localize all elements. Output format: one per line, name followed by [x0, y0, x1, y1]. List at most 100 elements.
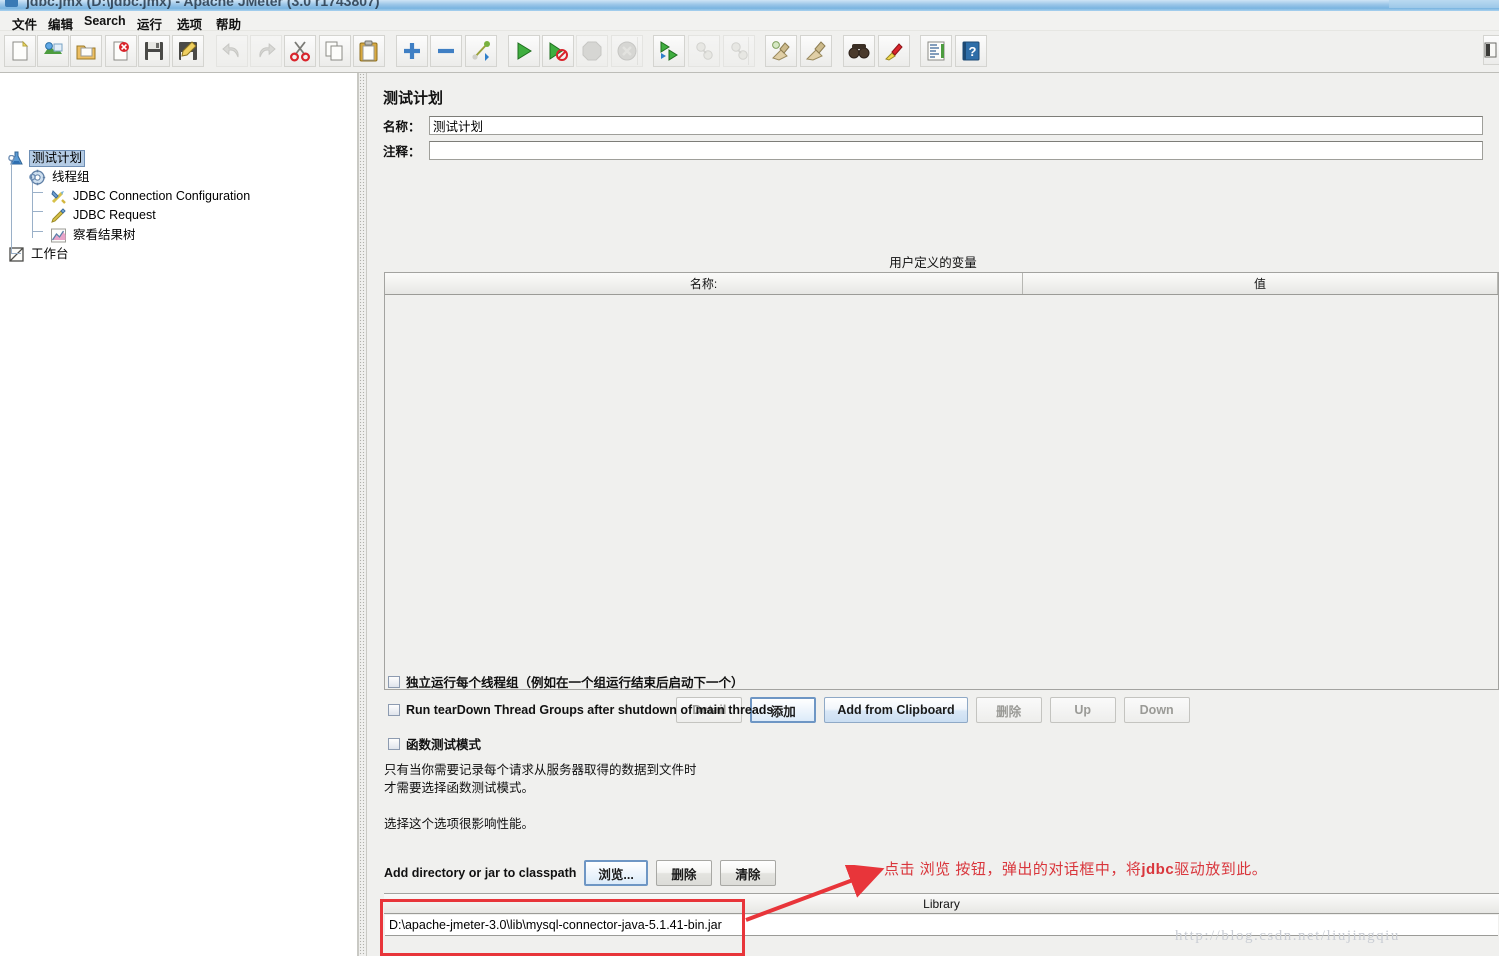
toolbar-cut-button[interactable] — [284, 35, 316, 67]
tree-line-child-2 — [32, 231, 43, 232]
toolbar: ? — [0, 31, 1499, 73]
toolbar-remote-start-all-button[interactable] — [653, 35, 685, 67]
checkbox-box[interactable] — [388, 704, 400, 716]
checkbox-box[interactable] — [388, 737, 400, 750]
toolbar-new-button[interactable] — [4, 35, 36, 67]
watermark: http://blog.csdn.net/liujingqiu — [1175, 928, 1400, 944]
copy-icon — [324, 40, 346, 62]
toolbar-undo-button — [216, 35, 248, 67]
checkbox-box[interactable] — [388, 675, 400, 688]
toolbar-paste-button[interactable] — [353, 35, 385, 67]
toolbar-toggle-button[interactable] — [465, 35, 497, 67]
clear-icon — [770, 40, 792, 62]
new-icon — [9, 40, 31, 62]
tree-node-label: JDBC Connection Configuration — [73, 188, 251, 203]
tree-line-workbench — [11, 253, 21, 254]
classpath-clear-button[interactable]: 清除 — [719, 860, 776, 886]
udv-column-header-1[interactable]: 值 — [1023, 273, 1498, 294]
tree-line-threadgroup — [32, 180, 33, 238]
tree-node-1[interactable]: 线程组 — [29, 168, 92, 186]
classpath-label: Add directory or jar to classpath — [384, 866, 577, 880]
functional-test-mode-checkbox[interactable]: 函数测试模式 — [388, 734, 481, 753]
annotation-text-bold: jdbc — [1141, 861, 1175, 878]
expand-all-icon — [401, 40, 423, 62]
toolbar-copy-button[interactable] — [319, 35, 351, 67]
toolbar-help-button[interactable]: ? — [955, 35, 987, 67]
checkbox-label: Run tearDown Thread Groups after shutdow… — [406, 703, 774, 717]
collapse-all-icon — [435, 40, 457, 62]
toolbar-clear-all-button[interactable] — [800, 35, 832, 67]
toolbar-redo-button — [250, 35, 282, 67]
classpath-library-table[interactable]: Library D:\apache-jmeter-3.0\lib\mysql-c… — [384, 893, 1499, 955]
split-divider[interactable] — [358, 73, 367, 956]
tree-node-2[interactable]: JDBC Connection Configuration — [50, 187, 252, 205]
cut-icon — [289, 40, 311, 62]
table-header-row: 名称: 值 — [385, 273, 1498, 295]
library-column-header: Library — [384, 894, 1499, 914]
tree-node-3[interactable]: JDBC Request — [50, 206, 158, 224]
toolbar-search-reset-button[interactable] — [878, 35, 910, 67]
classpath-row: Add directory or jar to classpath 浏览... 删除… — [384, 860, 776, 886]
help-icon: ? — [960, 40, 982, 62]
toolbar-search-button[interactable] — [843, 35, 875, 67]
undo-icon — [221, 40, 243, 62]
toolbar-function-helper-button[interactable] — [920, 35, 952, 67]
toolbar-open-button[interactable] — [70, 35, 102, 67]
tree-node-4[interactable]: 察看结果树 — [50, 226, 138, 244]
toolbar-close-button[interactable] — [105, 35, 137, 67]
toolbar-templates-button[interactable] — [37, 35, 69, 67]
annotation-text-after: 驱动放到此。 — [1174, 861, 1268, 878]
save-as-icon — [177, 40, 199, 62]
name-input[interactable]: 测试计划 — [429, 116, 1483, 135]
tree-expand-handle-testplan[interactable] — [7, 153, 16, 164]
start-no-pauses-icon — [547, 40, 569, 62]
user-defined-variables-table[interactable]: 名称: 值 — [384, 272, 1499, 690]
toolbar-save-button[interactable] — [138, 35, 170, 67]
run-teardown-checkbox[interactable]: Run tearDown Thread Groups after shutdow… — [388, 703, 773, 717]
test-plan-tree[interactable]: 测试计划 线程组 JDBC Connection Configuration JDBC… — [0, 73, 358, 956]
description-line-0: 只有当你需要记录每个请求从服务器取得的数据到文件时 — [384, 763, 697, 777]
tree-expand-handle-threadgroup[interactable] — [28, 172, 37, 183]
window-controls[interactable] — [1389, 0, 1499, 8]
toolbar-save-as-button[interactable] — [172, 35, 204, 67]
annotation-text-before: 点击 浏览 按钮，弹出的对话框中，将 — [884, 861, 1142, 878]
toolbar-remote-stop-all-button — [688, 35, 720, 67]
comment-input[interactable] — [429, 141, 1483, 160]
tree-line-trunk — [11, 161, 12, 253]
remote-start-all-icon — [658, 40, 680, 62]
config-element-icon — [50, 188, 67, 205]
toolbar-start-no-pauses-button[interactable] — [542, 35, 574, 67]
svg-text:?: ? — [969, 44, 977, 59]
tree-node-0[interactable]: 测试计划 — [8, 149, 86, 167]
search-icon — [848, 40, 870, 62]
toolbar-shutdown-button — [611, 35, 643, 67]
description-line-1: 才需要选择函数测试模式。 — [384, 781, 535, 795]
description-line-2: 选择这个选项很影响性能。 — [384, 817, 535, 831]
function-helper-icon — [925, 40, 947, 62]
udv-column-header-0[interactable]: 名称: — [385, 273, 1023, 294]
remote-shutdown-all-icon — [728, 40, 750, 62]
add-from-clipboard-button[interactable]: Add from Clipboard — [824, 697, 968, 723]
test-plan-editor-panel: 测试计划 名称： 测试计划 注释： 用户定义的变量 名称: 值 Detail 添加 A… — [367, 73, 1499, 956]
table-body[interactable] — [385, 295, 1498, 689]
toolbar-overflow-button[interactable] — [1483, 35, 1499, 65]
toolbar-start-button[interactable] — [508, 35, 540, 67]
toolbar-collapse-all-button[interactable] — [430, 35, 462, 67]
comment-label: 注释： — [383, 141, 429, 160]
tree-node-label: 测试计划 — [29, 149, 86, 167]
menu-item-2[interactable]: Search — [80, 13, 130, 29]
toolbar-clear-button[interactable] — [765, 35, 797, 67]
toolbar-expand-all-button[interactable] — [396, 35, 428, 67]
browse-button[interactable]: 浏览... — [584, 860, 648, 886]
classpath-delete-button[interactable]: 删除 — [655, 860, 712, 886]
toggle-icon — [470, 40, 492, 62]
serialize-threadgroups-checkbox[interactable]: 独立运行每个线程组（例如在一个组运行结束后启动下一个） — [388, 672, 744, 691]
templates-icon — [42, 40, 64, 62]
tree-node-5[interactable]: 工作台 — [8, 245, 71, 263]
open-icon — [75, 40, 97, 62]
tree-node-label: JDBC Request — [73, 207, 156, 222]
comment-field-row: 注释： — [383, 141, 1483, 160]
checkbox-label: 独立运行每个线程组（例如在一个组运行结束后启动下一个） — [406, 676, 744, 690]
tree-line-child-1 — [32, 211, 43, 212]
paste-icon — [358, 40, 380, 62]
